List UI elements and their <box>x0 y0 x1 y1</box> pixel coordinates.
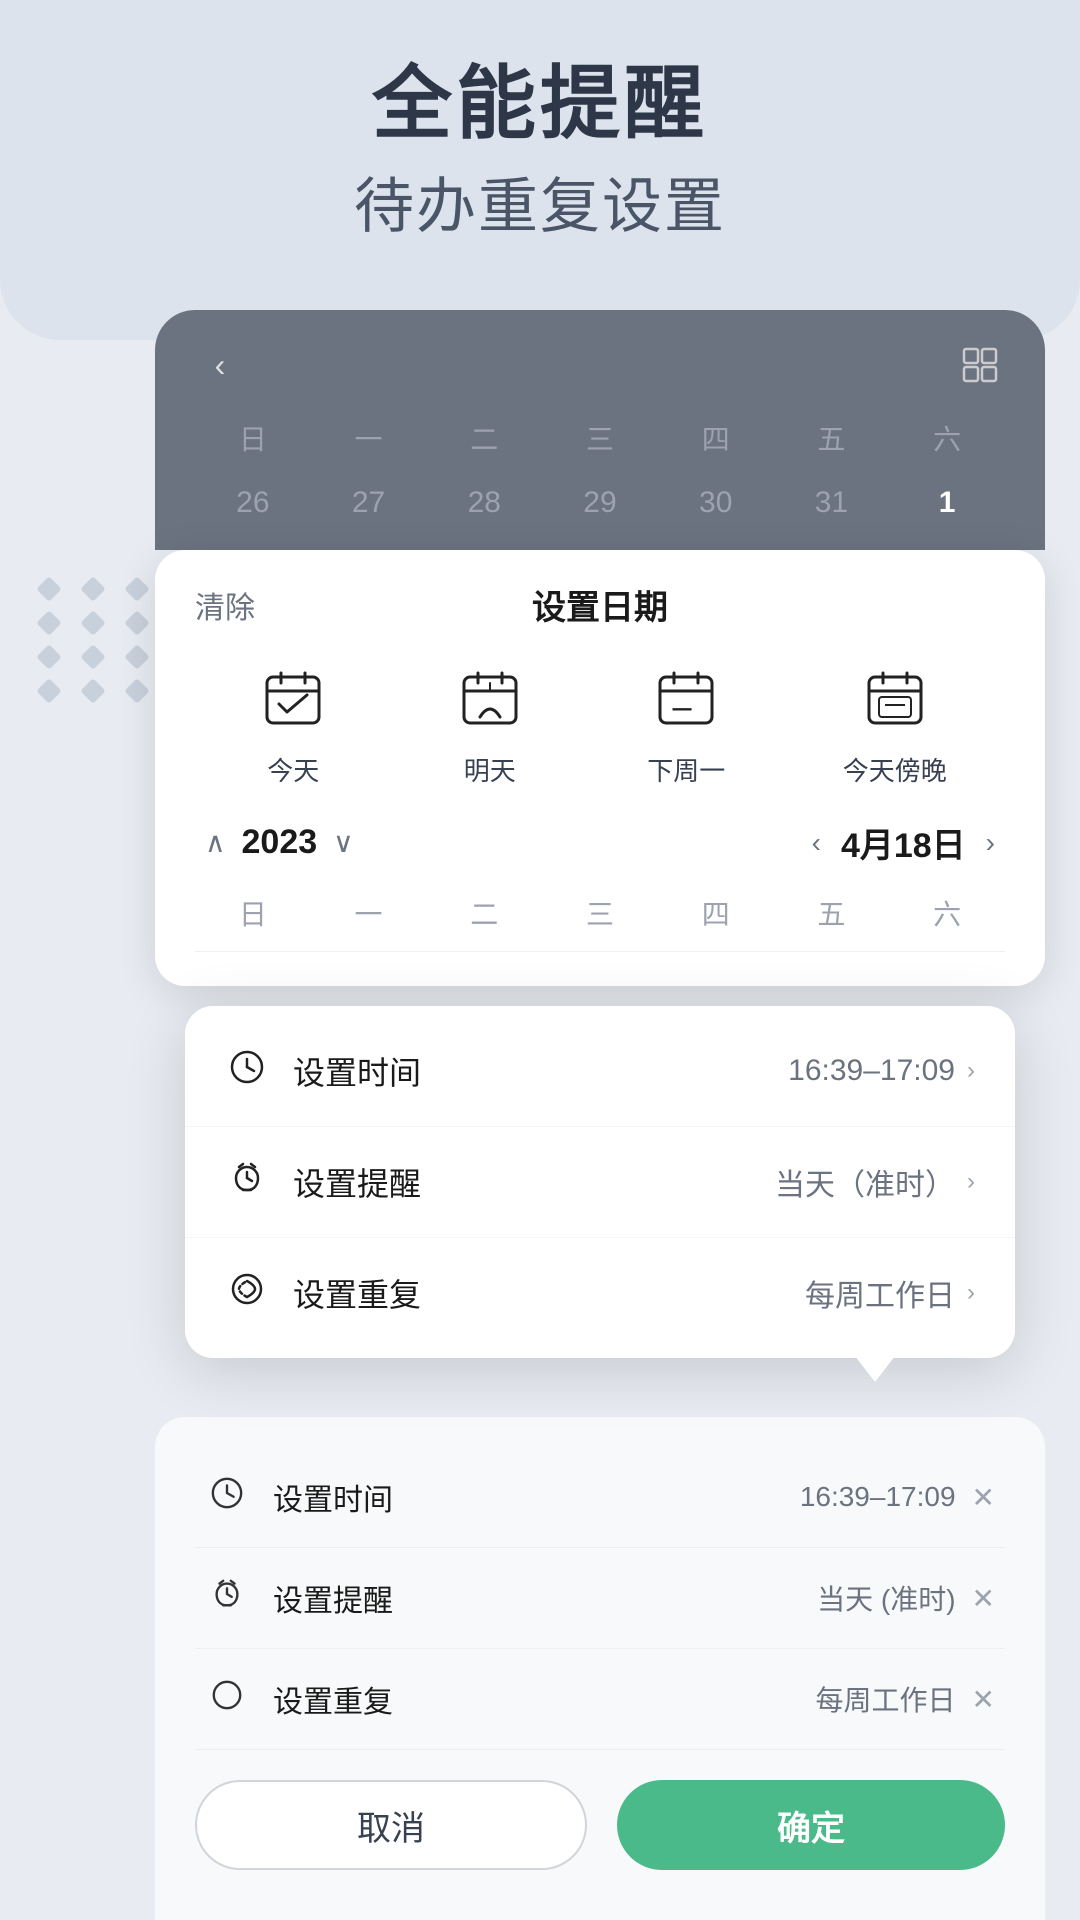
date-27[interactable]: 27 <box>311 476 427 530</box>
quick-tonight[interactable]: 今天傍晚 <box>843 659 947 788</box>
date-30[interactable]: 30 <box>658 476 774 530</box>
quick-tomorrow[interactable]: 明天 <box>450 659 530 788</box>
settings-repeat-value: 每周工作日 <box>805 1271 955 1315</box>
settings-time-row[interactable]: 设置时间 16:39–17:09 › <box>185 1016 1015 1127</box>
settings-reminder-chevron: › <box>967 1168 975 1196</box>
quick-today[interactable]: 今天 <box>253 659 333 788</box>
weekday-mon: 一 <box>311 410 427 466</box>
date-28[interactable]: 28 <box>426 476 542 530</box>
weekday-sun: 日 <box>195 410 311 466</box>
bs-time-label: 设置时间 <box>273 1475 800 1519</box>
date-picker-popup: 清除 设置日期 今天 <box>155 550 1045 986</box>
pw-mon: 一 <box>311 887 427 939</box>
tomorrow-icon <box>450 659 530 739</box>
bs-repeat-value: 每周工作日 <box>816 1679 956 1719</box>
date-31[interactable]: 31 <box>774 476 890 530</box>
pw-sun: 日 <box>195 887 311 939</box>
settings-reminder-value: 当天（准时） <box>775 1160 955 1204</box>
settings-reminder-row[interactable]: 设置提醒 当天（准时） › <box>185 1127 1015 1238</box>
today-label: 今天 <box>267 751 319 788</box>
bs-repeat-close[interactable]: ✕ <box>972 1683 995 1716</box>
main-title: 全能提醒 <box>0 60 1080 148</box>
month-nav: ‹ 4月18日 › <box>812 818 995 867</box>
bs-clock-icon <box>205 1476 249 1519</box>
picker-header: 清除 设置日期 <box>195 580 1005 629</box>
tonight-label: 今天傍晚 <box>843 751 947 788</box>
bs-reminder-close[interactable]: ✕ <box>972 1582 995 1615</box>
bs-time-value: 16:39–17:09 <box>800 1481 956 1513</box>
month-next-arrow[interactable]: › <box>986 827 995 859</box>
date-26[interactable]: 26 <box>195 476 311 530</box>
popup-weekdays: 日 一 二 三 四 五 六 <box>195 887 1005 952</box>
bs-time-row[interactable]: 设置时间 16:39–17:09 ✕ <box>195 1447 1005 1548</box>
bs-reminder-row[interactable]: 设置提醒 当天 (准时) ✕ <box>195 1548 1005 1649</box>
header-section: 全能提醒 待办重复设置 <box>0 60 1080 245</box>
next-monday-icon: 一 <box>646 659 726 739</box>
date-1[interactable]: 1 <box>889 476 1005 530</box>
pw-sat: 六 <box>889 887 1005 939</box>
settings-repeat-chevron: › <box>967 1279 975 1307</box>
tonight-icon <box>855 659 935 739</box>
weekday-sat: 六 <box>889 410 1005 466</box>
settings-time-label: 设置时间 <box>293 1048 788 1094</box>
pw-wed: 三 <box>542 887 658 939</box>
settings-popup-card: 设置时间 16:39–17:09 › 设置提醒 当天（准时 <box>185 1006 1015 1358</box>
year-down-arrow[interactable]: ∨ <box>333 826 354 859</box>
bs-repeat-label: 设置重复 <box>273 1677 816 1721</box>
weekday-fri: 五 <box>774 410 890 466</box>
calendar-dates: 26 27 28 29 30 31 1 <box>195 476 1005 530</box>
bs-reminder-label: 设置提醒 <box>273 1576 817 1620</box>
sub-title: 待办重复设置 <box>0 158 1080 245</box>
settings-time-chevron: › <box>967 1057 975 1085</box>
weekday-wed: 三 <box>542 410 658 466</box>
bottom-sheet: 设置时间 16:39–17:09 ✕ 设置提醒 当天 (准 <box>155 1417 1045 1920</box>
weekday-tue: 二 <box>426 410 542 466</box>
bs-repeat-icon <box>205 1678 249 1721</box>
next-monday-label: 下周一 <box>647 751 725 788</box>
quick-next-monday[interactable]: 一 下周一 <box>646 659 726 788</box>
action-buttons: 取消 确定 <box>195 1780 1005 1870</box>
clock-icon <box>225 1049 269 1094</box>
year-nav: ∧ 2023 ∨ <box>205 823 354 862</box>
date-29[interactable]: 29 <box>542 476 658 530</box>
alarm-icon <box>225 1160 269 1205</box>
settings-repeat-row[interactable]: 设置重复 每周工作日 › <box>185 1238 1015 1348</box>
year-text: 2023 <box>242 823 318 862</box>
pw-tue: 二 <box>426 887 542 939</box>
settings-reminder-label: 设置提醒 <box>293 1159 775 1205</box>
settings-time-value: 16:39–17:09 <box>788 1054 955 1088</box>
month-prev-arrow[interactable]: ‹ <box>812 827 821 859</box>
quick-dates: 今天 明天 <box>195 659 1005 788</box>
weekday-thu: 四 <box>658 410 774 466</box>
picker-title: 设置日期 <box>532 580 668 629</box>
pw-fri: 五 <box>774 887 890 939</box>
month-text: 4月18日 <box>841 818 966 867</box>
calendar-nav-row: ‹ <box>195 340 1005 390</box>
expand-button[interactable] <box>955 340 1005 390</box>
bs-repeat-row[interactable]: 设置重复 每周工作日 ✕ <box>195 1649 1005 1750</box>
bs-reminder-value: 当天 (准时) <box>817 1578 955 1618</box>
pw-thu: 四 <box>658 887 774 939</box>
year-month-nav: ∧ 2023 ∨ ‹ 4月18日 › <box>195 818 1005 867</box>
bs-time-close[interactable]: ✕ <box>972 1481 995 1514</box>
calendar-panel: ‹ 日 一 二 三 四 五 六 26 27 28 29 30 <box>155 310 1045 550</box>
repeat-icon <box>225 1271 269 1316</box>
cancel-button[interactable]: 取消 <box>195 1780 587 1870</box>
tomorrow-label: 明天 <box>464 751 516 788</box>
confirm-button[interactable]: 确定 <box>617 1780 1005 1870</box>
calendar-weekdays: 日 一 二 三 四 五 六 <box>195 410 1005 466</box>
clear-button[interactable]: 清除 <box>195 583 255 627</box>
svg-text:一: 一 <box>672 700 692 722</box>
back-button[interactable]: ‹ <box>195 340 245 390</box>
settings-repeat-label: 设置重复 <box>293 1270 805 1316</box>
today-icon <box>253 659 333 739</box>
year-up-arrow[interactable]: ∧ <box>205 826 226 859</box>
bs-alarm-icon <box>205 1577 249 1620</box>
